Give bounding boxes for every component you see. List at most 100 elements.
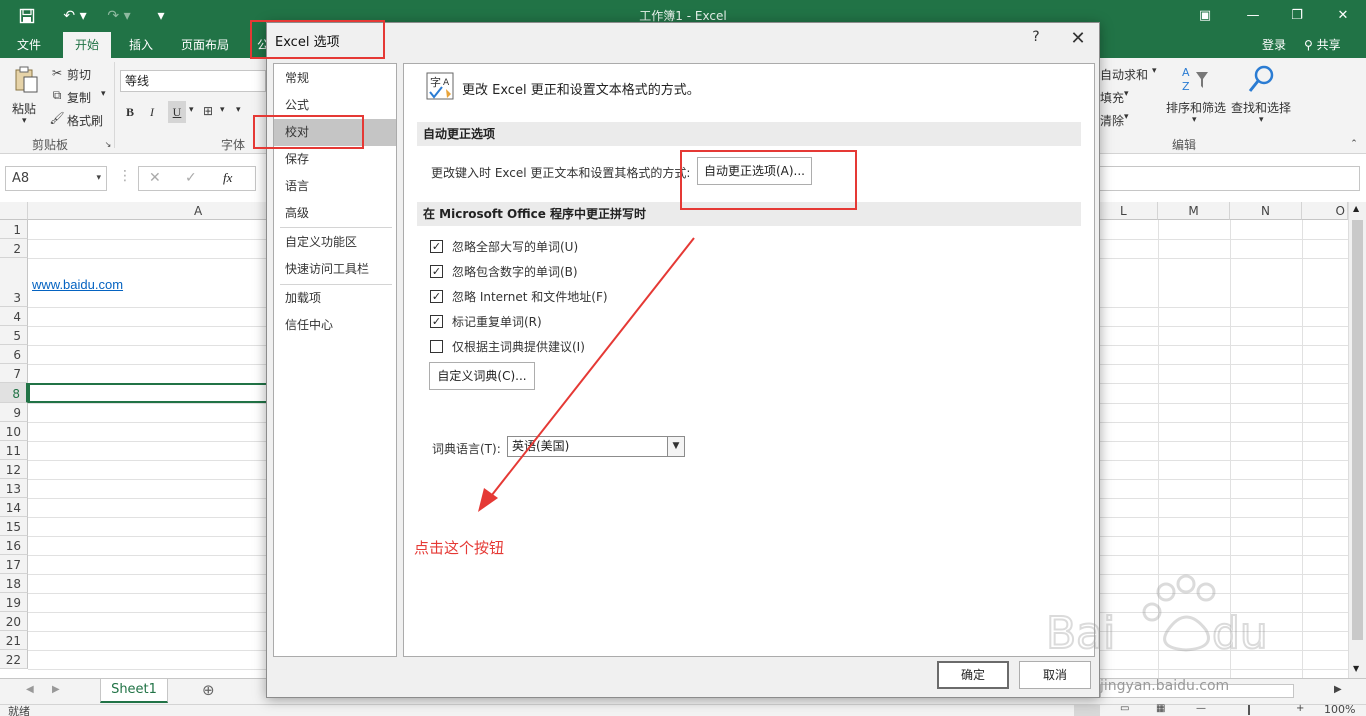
scroll-thumb[interactable] [1352,220,1363,640]
dictionary-language-select[interactable]: 英语(美国) ▼ [507,436,685,457]
confirm-entry-icon[interactable]: ✓ [185,170,197,186]
checkbox-unchecked[interactable] [430,339,443,353]
checkbox-checked[interactable]: ✓ [430,239,443,253]
formula-input[interactable] [1098,166,1360,191]
row-header[interactable]: 14 [0,498,28,517]
row-header[interactable]: 22 [0,650,28,669]
checkbox-checked[interactable]: ✓ [430,289,443,303]
row-header[interactable]: 13 [0,479,28,498]
nav-item-advanced[interactable]: 高级 [274,200,396,227]
checkbox-ignore-uppercase[interactable]: ✓ 忽略全部大写的单词(U) [430,238,578,254]
help-icon[interactable]: ? [1027,27,1045,47]
row-header[interactable]: 19 [0,593,28,612]
row-header[interactable]: 15 [0,517,28,536]
select-all-corner[interactable] [0,202,28,220]
login-link[interactable]: 登录 [1262,32,1286,58]
row-header[interactable]: 2 [0,239,28,258]
tab-home[interactable]: 开始 [63,32,112,58]
ok-button[interactable]: 确定 [937,661,1009,689]
row-header[interactable]: 11 [0,441,28,460]
row-header[interactable]: 7 [0,364,28,383]
sort-filter-icon[interactable]: AZ [1180,64,1210,94]
column-header-o[interactable]: O [1302,202,1348,220]
clipboard-launcher-icon[interactable]: ↘ [104,140,112,149]
checkbox-checked[interactable]: ✓ [430,264,443,278]
row-header[interactable]: 20 [0,612,28,631]
sort-filter-dropdown-icon[interactable]: ▾ [1192,115,1197,125]
scroll-up-icon[interactable]: ▲ [1353,204,1359,213]
checkbox-main-dictionary-only[interactable]: 仅根据主词典提供建议(I) [430,338,585,354]
checkbox-flag-repeated[interactable]: ✓ 标记重复单词(R) [430,313,542,329]
chevron-down-icon[interactable]: ▼ [667,437,684,456]
minimize-icon[interactable]: — [1238,4,1268,26]
clear-button[interactable]: 清除 [1100,112,1124,129]
tab-insert[interactable]: 插入 [129,32,153,58]
underline-button[interactable]: U [168,101,186,123]
collapse-ribbon-icon[interactable]: ⌃ [1348,138,1360,150]
row-header[interactable]: 3 [0,258,28,307]
sort-filter-button[interactable]: 排序和筛选 [1166,99,1226,116]
row-header[interactable]: 17 [0,555,28,574]
find-select-icon[interactable] [1246,64,1276,94]
nav-item-customize-ribbon[interactable]: 自定义功能区 [274,229,396,256]
row-header[interactable]: 4 [0,307,28,326]
custom-dictionaries-button[interactable]: 自定义词典(C)... [429,362,535,390]
selected-cell-a8[interactable] [28,383,268,403]
row-header[interactable]: 5 [0,326,28,345]
sheet-tab-sheet1[interactable]: Sheet1 [100,679,168,703]
fill-color-dropdown-icon[interactable]: ▾ [236,105,241,115]
column-header-m[interactable]: M [1158,202,1230,220]
row-header-selected[interactable]: 8 [0,383,28,403]
paste-dropdown-icon[interactable]: ▾ [22,116,27,126]
cut-button[interactable]: 剪切 [67,66,91,83]
autosum-button[interactable]: 自动求和 [1100,66,1148,83]
row-header[interactable]: 18 [0,574,28,593]
autosum-dropdown-icon[interactable]: ▾ [1152,66,1157,76]
column-header-l[interactable]: L [1100,202,1158,220]
row-header[interactable]: 21 [0,631,28,650]
fill-button[interactable]: 填充 [1100,89,1124,106]
nav-item-trust-center[interactable]: 信任中心 [274,312,396,339]
checkbox-ignore-numbers[interactable]: ✓ 忽略包含数字的单词(B) [430,263,578,279]
nav-item-save[interactable]: 保存 [274,146,396,173]
checkbox-ignore-internet[interactable]: ✓ 忽略 Internet 和文件地址(F) [430,288,608,304]
zoom-level[interactable]: 100% [1324,703,1355,716]
insert-function-icon[interactable]: fx [223,170,232,186]
scroll-down-icon[interactable]: ▼ [1353,664,1359,673]
name-box[interactable]: A8 ▾ [5,166,107,191]
next-sheet-icon[interactable]: ▶ [52,684,60,695]
ribbon-display-icon[interactable]: ▣ [1190,4,1220,26]
borders-dropdown-icon[interactable]: ▾ [220,105,225,115]
nav-item-quick-access[interactable]: 快速访问工具栏 [274,256,396,283]
vertical-scrollbar[interactable]: ▲ ▼ [1348,202,1366,678]
tab-page-layout[interactable]: 页面布局 [181,32,229,58]
add-sheet-icon[interactable]: ⊕ [202,681,215,699]
row-header[interactable]: 6 [0,345,28,364]
tab-file[interactable]: 文件 [17,32,41,58]
clear-dropdown-icon[interactable]: ▾ [1124,112,1129,122]
bold-button[interactable]: B [126,105,134,120]
paste-icon[interactable] [12,66,40,94]
italic-button[interactable]: I [150,105,154,120]
share-button[interactable]: ⚲ 共享 [1304,32,1341,58]
nav-item-general[interactable]: 常规 [274,65,396,92]
cell-a3-link[interactable]: www.baidu.com [32,277,123,292]
find-select-button[interactable]: 查找和选择 [1231,99,1291,116]
copy-button[interactable]: 复制 [67,89,91,106]
nav-item-addins[interactable]: 加载项 [274,285,396,312]
restore-icon[interactable]: ❐ [1282,4,1312,26]
column-header-n[interactable]: N [1230,202,1302,220]
prev-sheet-icon[interactable]: ◀ [26,684,34,695]
copy-dropdown-icon[interactable]: ▾ [101,89,106,99]
row-header[interactable]: 1 [0,220,28,239]
font-name-box[interactable]: 等线 [120,70,266,92]
name-box-dropdown-icon[interactable]: ▾ [96,167,101,190]
nav-item-language[interactable]: 语言 [274,173,396,200]
fill-dropdown-icon[interactable]: ▾ [1124,89,1129,99]
format-painter-button[interactable]: 格式刷 [67,112,103,129]
close-window-icon[interactable]: ✕ [1328,4,1358,26]
row-header[interactable]: 16 [0,536,28,555]
find-select-dropdown-icon[interactable]: ▾ [1259,115,1264,125]
row-header[interactable]: 9 [0,403,28,422]
underline-dropdown-icon[interactable]: ▾ [189,105,194,115]
